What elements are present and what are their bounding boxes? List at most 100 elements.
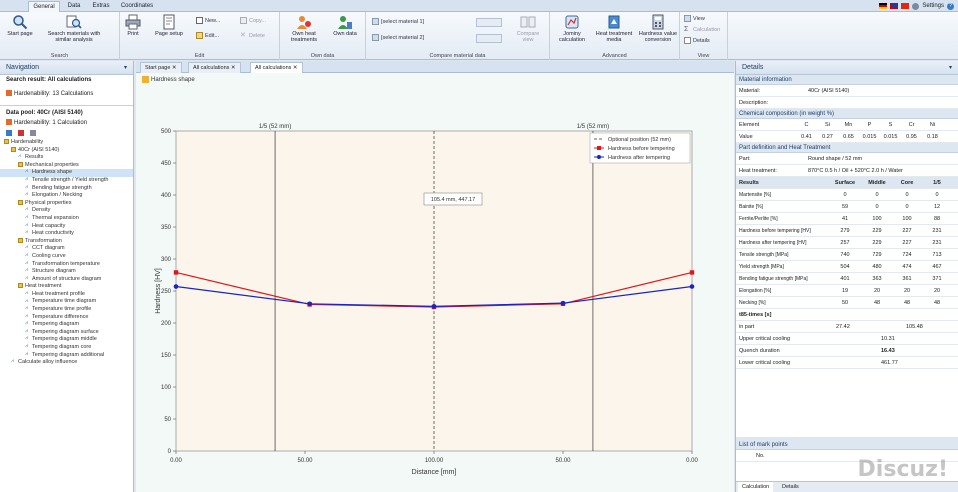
settings-label[interactable]: Settings — [922, 3, 944, 9]
tree-item[interactable]: ⩘ Heat treatment profile — [0, 291, 133, 299]
settings-gear-icon[interactable] — [912, 2, 920, 10]
edit-button[interactable]: Edit... — [196, 32, 219, 40]
tree-item[interactable]: ⩘ Tempering diagram surface — [0, 329, 133, 337]
tree-item[interactable]: ⩘ Elongation / Necking — [0, 192, 133, 200]
english-flag-icon[interactable] — [890, 3, 899, 9]
close-icon[interactable]: ✕ — [231, 65, 236, 71]
tree-item[interactable]: Heat treatment — [0, 283, 133, 291]
heat-icon[interactable] — [18, 130, 24, 136]
close-icon[interactable]: ✕ — [293, 65, 298, 71]
copy-button[interactable]: Copy... — [240, 17, 266, 25]
page-setup-button[interactable]: Page setup — [152, 14, 186, 37]
tree-item[interactable]: ⩘ Tempering diagram additional — [0, 352, 133, 360]
tree-item[interactable]: ⩘ Temperature time diagram — [0, 298, 133, 306]
result-name: Martensite [%] — [739, 192, 771, 198]
tree-item[interactable]: ⩘ Results — [0, 154, 133, 162]
pin-icon[interactable]: ▾ — [949, 61, 952, 75]
delete-button[interactable]: ✕ Delete — [240, 32, 265, 40]
search-similar-button[interactable]: Search materials with similar analysis — [44, 14, 104, 43]
start-page-button[interactable]: Start page — [4, 14, 36, 37]
tree-item-label: Heat capacity — [32, 222, 66, 229]
result-value: 257 — [840, 240, 850, 246]
element-value: 0.015 — [862, 134, 877, 140]
tree-item-label: Temperature difference — [32, 313, 89, 320]
tab-coordinates[interactable]: Coordinates — [118, 1, 156, 12]
t85-value-1: 27.42 — [836, 324, 850, 330]
details-view-button[interactable]: Details — [684, 37, 710, 45]
sigma-icon: Σ — [684, 26, 689, 34]
doc-tab-start-page[interactable]: Start page ✕ — [140, 62, 182, 73]
chart-item-icon: ⩘ — [25, 268, 28, 274]
chart-icon[interactable] — [6, 130, 12, 136]
doc-tab-all-calculations-2[interactable]: All calculations ✕ — [250, 62, 303, 73]
tree-item[interactable]: ⩘ Tempering diagram core — [0, 344, 133, 352]
tree-item[interactable]: 40Cr (AISI 5140) — [0, 147, 133, 155]
tab-data[interactable]: Data — [64, 1, 84, 12]
print-button[interactable]: Print — [122, 14, 144, 37]
tree-item[interactable]: ⩘ Amount of structure diagram — [0, 276, 133, 284]
calculation-view-button[interactable]: Σ Calculation — [684, 26, 720, 34]
tree-item[interactable]: ⩘ Tempering diagram middle — [0, 336, 133, 344]
result-name: Yield strength [MPa] — [739, 264, 784, 270]
element-value: 0.18 — [927, 134, 938, 140]
tree-item[interactable]: ⩘ Temperature difference — [0, 314, 133, 322]
result-name: Bainite [%] — [739, 204, 763, 210]
heat-treatment-media-button[interactable]: Heat treatment media — [594, 14, 634, 43]
compare-view-icon — [520, 16, 536, 28]
tree-item[interactable]: Transformation — [0, 238, 133, 246]
hardness-conversion-button[interactable]: Hardness value conversion — [638, 14, 678, 43]
tree-item[interactable]: ⩘ Bending fatigue strength — [0, 185, 133, 193]
own-heat-treatments-button[interactable]: Own heat treatments — [286, 14, 322, 43]
result-value: 229 — [872, 228, 882, 234]
tree-item[interactable]: ⩘ Transformation temperature — [0, 261, 133, 269]
tab-calculation[interactable]: Calculation — [738, 482, 774, 492]
legend-swatch-marker — [597, 155, 601, 159]
compare-toggle-2[interactable] — [476, 34, 502, 43]
results-row: Ferrite/Perlite [%] 41 100 100 88 — [736, 213, 958, 225]
result-value: 371 — [932, 276, 942, 282]
tab-details[interactable]: Details — [778, 482, 803, 492]
compare-view-button[interactable]: Compare view — [512, 14, 544, 43]
tab-extras[interactable]: Extras — [88, 1, 114, 12]
tab-general[interactable]: General — [28, 1, 60, 12]
select-material-1-field[interactable]: [select material 1] — [372, 18, 424, 26]
select-material-2-field[interactable]: [select material 2] — [372, 34, 424, 42]
tree-item[interactable]: ⩘ Thermal expansion — [0, 215, 133, 223]
tree-item[interactable]: Mechanical properties — [0, 162, 133, 170]
close-icon[interactable]: ✕ — [172, 65, 177, 71]
tree-item[interactable]: ⩘ Heat conductivity — [0, 230, 133, 238]
tree-item[interactable]: ⩘ Heat capacity — [0, 223, 133, 231]
navigation-panel: Navigation ▾ Search result: All calculat… — [0, 61, 134, 492]
chinese-flag-icon[interactable] — [901, 3, 910, 9]
tree-item[interactable]: ⩘ Tensile strength / Yield strength — [0, 177, 133, 185]
select-material-2-label: [select material 2] — [381, 35, 425, 41]
new-button[interactable]: New... — [196, 17, 220, 25]
tree-item[interactable]: ⩘ Temperature time profile — [0, 306, 133, 314]
layers-icon[interactable] — [30, 130, 36, 136]
tree-item[interactable]: ⩘ Structure diagram — [0, 268, 133, 276]
help-icon[interactable]: ? — [947, 2, 954, 10]
tree-item[interactable]: Physical properties — [0, 200, 133, 208]
tree-item[interactable]: ⩘ CCT diagram — [0, 245, 133, 253]
german-flag-icon[interactable] — [879, 3, 888, 9]
own-data-button[interactable]: Own data — [330, 14, 360, 37]
element-symbol: Cr — [908, 122, 915, 128]
hardenability-count[interactable]: Hardenability: 13 Calculations — [0, 89, 133, 99]
doc-tab-all-calculations-1[interactable]: All calculations ✕ — [188, 62, 241, 73]
tree-item[interactable]: ⩘ Cooling curve — [0, 253, 133, 261]
tree-item[interactable]: ⩘ Hardness shape — [0, 169, 133, 177]
description-row: Description: — [736, 97, 958, 109]
tree-item[interactable]: ⩘ Density — [0, 207, 133, 215]
search-group-title: Search — [50, 53, 69, 59]
hardenability-calc-line[interactable]: Hardenability: 1 Calculation — [0, 118, 133, 128]
pin-icon[interactable]: ▾ — [124, 61, 127, 75]
compare-toggle-1[interactable] — [476, 18, 502, 27]
tree-item[interactable]: Hardenability — [0, 139, 133, 147]
jominy-calculation-button[interactable]: Jominy calculation — [554, 14, 590, 43]
view-dropdown[interactable]: View — [684, 15, 705, 23]
ribbon-group-compare: [select material 1] [select material 2] … — [366, 12, 550, 60]
tree-item[interactable]: ⩘ Tempering diagram — [0, 321, 133, 329]
hardness-chart[interactable]: 0 50 100 150 200 250 300 350 400 450 500 0.00 50.00 1… — [136, 73, 734, 492]
folder-icon — [18, 161, 23, 167]
tree-item[interactable]: ⩘ Calculate alloy influence — [0, 359, 133, 367]
